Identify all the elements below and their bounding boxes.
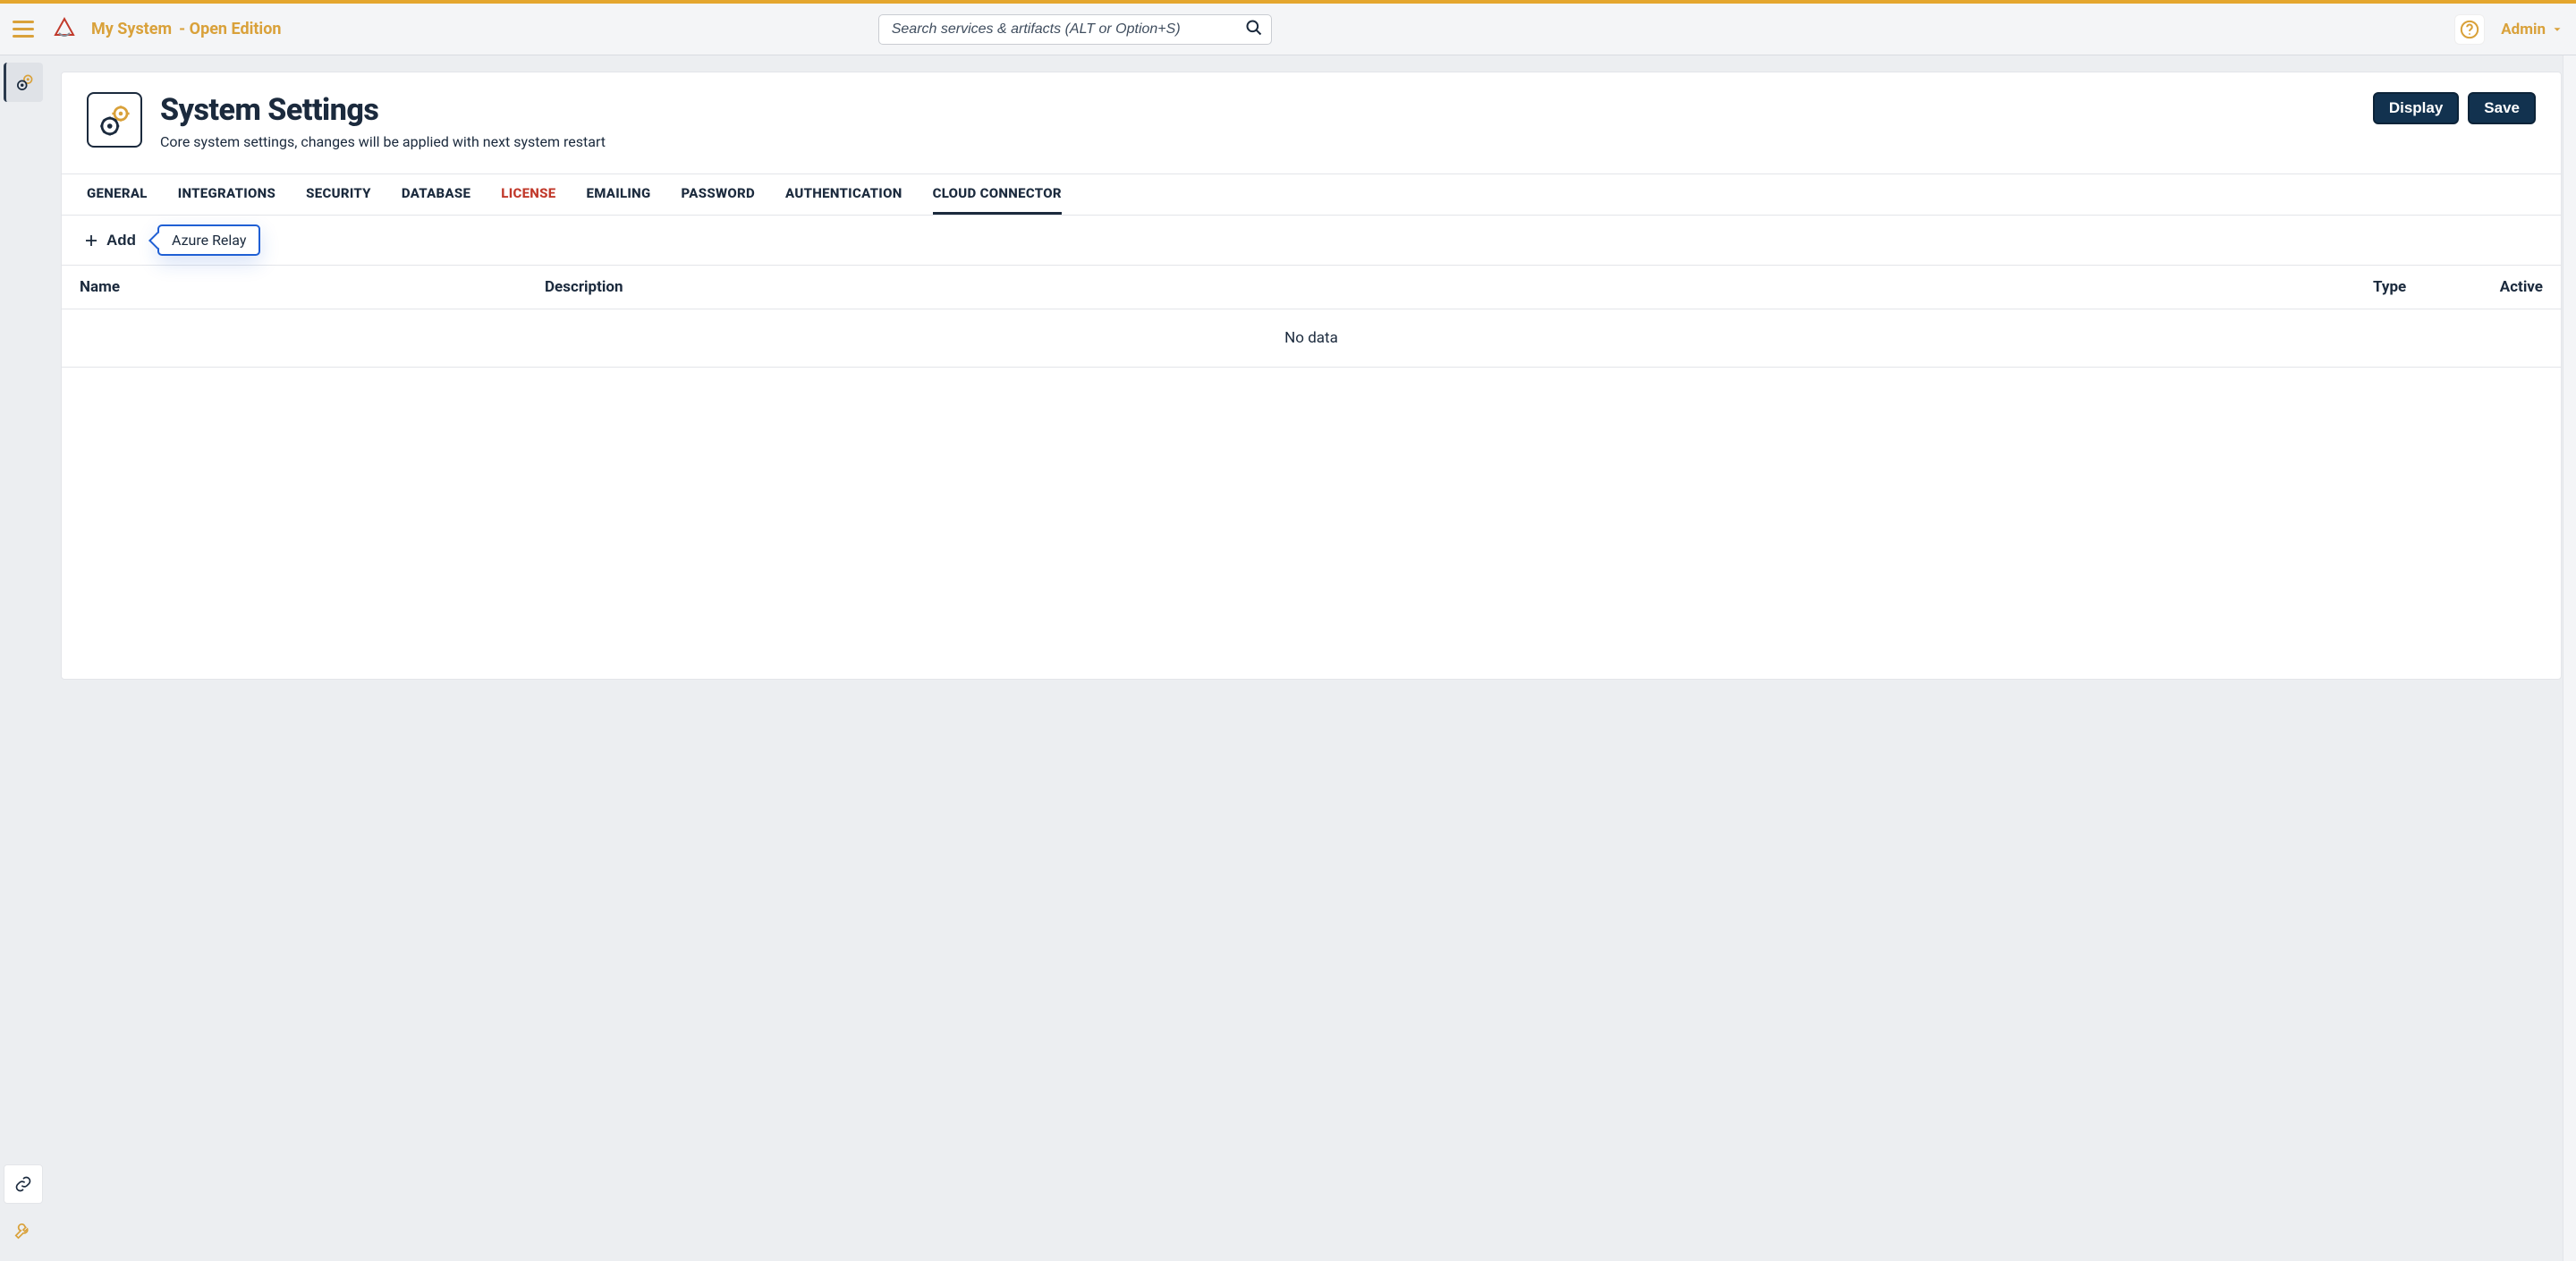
page-subtitle: Core system settings, changes will be ap…: [160, 133, 606, 150]
table-header: Name Description Type Active: [62, 266, 2561, 309]
settings-icon-tile: [87, 92, 142, 148]
tab-security[interactable]: SECURITY: [306, 174, 371, 215]
display-button[interactable]: Display: [2373, 92, 2459, 124]
content-area: System Settings Core system settings, ch…: [47, 55, 2576, 1261]
add-option-azure-relay[interactable]: Azure Relay: [157, 224, 260, 256]
tab-license[interactable]: LICENSE: [501, 174, 555, 215]
gears-icon: [96, 101, 133, 139]
tab-emailing[interactable]: EMAILING: [586, 174, 650, 215]
app-logo[interactable]: [48, 13, 80, 46]
tab-password[interactable]: PASSWORD: [682, 174, 755, 215]
col-active: Active: [2471, 278, 2543, 296]
search-icon[interactable]: [1245, 19, 1263, 40]
chevron-down-icon: [2551, 23, 2563, 36]
siderail-link[interactable]: [4, 1164, 43, 1204]
page-title: System Settings: [160, 92, 606, 128]
plus-icon: [83, 233, 99, 249]
toolbar: Add Azure Relay: [62, 216, 2561, 266]
search-wrap: [878, 14, 1272, 45]
brand: My System - Open Edition: [91, 20, 281, 38]
col-name: Name: [80, 278, 545, 296]
siderail-settings[interactable]: [4, 63, 43, 102]
wrench-icon: [13, 1221, 33, 1240]
add-label: Add: [106, 232, 136, 250]
settings-card: System Settings Core system settings, ch…: [61, 72, 2562, 680]
system-name: My System: [91, 20, 172, 38]
admin-menu[interactable]: Admin: [2501, 21, 2563, 38]
admin-label: Admin: [2501, 21, 2546, 38]
tab-authentication[interactable]: AUTHENTICATION: [785, 174, 902, 215]
help-icon: [2460, 20, 2479, 39]
gears-icon: [13, 71, 37, 94]
siderail-tools[interactable]: [4, 1211, 43, 1250]
col-type: Type: [2373, 278, 2471, 296]
tab-cloud-connector[interactable]: CLOUD CONNECTOR: [933, 174, 1062, 215]
popover-label: Azure Relay: [172, 232, 246, 249]
side-rail: [0, 55, 47, 1261]
tabs: GENERAL INTEGRATIONS SECURITY DATABASE LICEN…: [62, 174, 2561, 216]
help-button[interactable]: [2454, 14, 2485, 45]
edition-label: - Open Edition: [179, 20, 281, 38]
tab-general[interactable]: GENERAL: [87, 174, 148, 215]
link-icon: [14, 1175, 32, 1193]
hamburger-menu[interactable]: [13, 17, 38, 42]
add-button[interactable]: Add: [74, 226, 145, 255]
topbar: My System - Open Edition Admin: [0, 4, 2576, 55]
save-button[interactable]: Save: [2468, 92, 2536, 124]
table-empty: No data: [62, 309, 2561, 368]
tab-integrations[interactable]: INTEGRATIONS: [178, 174, 275, 215]
col-description: Description: [545, 278, 2373, 296]
scrollbar[interactable]: [2563, 55, 2576, 1261]
card-header: System Settings Core system settings, ch…: [62, 72, 2561, 174]
search-input[interactable]: [878, 14, 1272, 45]
logo-icon: [50, 15, 79, 44]
tab-database[interactable]: DATABASE: [402, 174, 470, 215]
